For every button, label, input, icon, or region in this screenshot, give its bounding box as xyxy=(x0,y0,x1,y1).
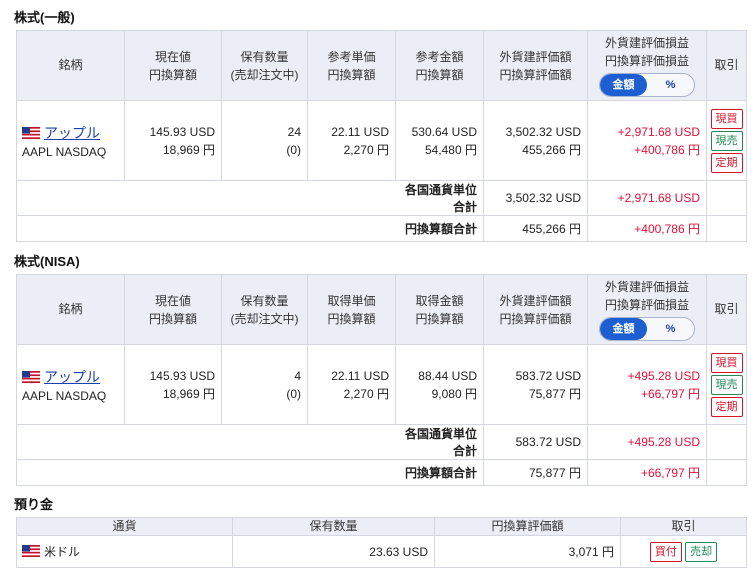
col-qty: 保有数量 xyxy=(232,517,435,536)
col-qty: 保有数量 (売却注文中) xyxy=(221,274,308,345)
section-title-nisa: 株式(NISA) xyxy=(14,254,80,269)
toggle-amount[interactable]: 金額 xyxy=(600,318,647,340)
unit-cell: 22.11 USD 2,270 円 xyxy=(307,344,396,425)
us-flag-icon xyxy=(22,370,40,383)
pl-cell: +495.28 USD +66,797 円 xyxy=(587,344,707,425)
col-jpy: 円換算評価額 xyxy=(434,517,621,536)
table-header-row: 銘柄 現在値 円換算額 保有数量 (売却注文中) 参考単価 円換算額 参考金額 円換算額… xyxy=(16,30,747,101)
sum-valuation: 583.72 USD xyxy=(483,424,588,460)
general-holdings-table: 銘柄 現在値 円換算額 保有数量 (売却注文中) 参考単価 円換算額 参考金額 円換算額… xyxy=(16,30,747,242)
stock-cell: アップル AAPL NASDAQ xyxy=(16,344,125,425)
qty-cell: 4 (0) xyxy=(221,344,308,425)
col-amount: 取得金額 円換算額 xyxy=(395,274,484,345)
table-header-row: 通貨 保有数量 円換算評価額 取引 xyxy=(16,517,747,536)
amount-cell: 88.44 USD 9,080 円 xyxy=(395,344,484,425)
nisa-holdings-table: 銘柄 現在値 円換算額 保有数量 (売却注文中) 取得単価 円換算額 取得金額 円換算額… xyxy=(16,274,747,486)
col-torihiki: 取引 xyxy=(620,517,747,536)
trade-buttons: 現買 現売 定期 xyxy=(706,100,747,181)
us-flag-icon xyxy=(22,545,40,557)
toggle-amount[interactable]: 金額 xyxy=(600,74,647,96)
col-meigara: 銘柄 xyxy=(16,274,125,345)
sum-pl: +495.28 USD xyxy=(587,424,707,460)
col-price: 現在値 円換算額 xyxy=(124,30,222,101)
buy-button[interactable]: 買付 xyxy=(649,541,682,562)
stock-cell: アップル AAPL NASDAQ xyxy=(16,100,125,181)
sum-row-currency: 各国通貨単位合計 3,502.32 USD +2,971.68 USD xyxy=(16,180,747,216)
deposit-table: 通貨 保有数量 円換算評価額 取引 米ドル 23.63 USD 3,071 円 … xyxy=(16,517,747,568)
sum-label: 各国通貨単位合計 xyxy=(395,424,484,460)
section-title-deposit: 預り金 xyxy=(14,497,54,512)
qty-cell: 23.63 USD xyxy=(232,535,435,568)
col-pl: 外貨建評価損益 円換算評価損益 金額 % xyxy=(587,30,707,101)
sum-pl: +400,786 円 xyxy=(587,215,707,242)
col-torihiki: 取引 xyxy=(706,30,747,101)
sum-pl: +66,797 円 xyxy=(587,459,707,486)
qty-cell: 24 (0) xyxy=(221,100,308,181)
sum-row-jpy: 円換算額合計 75,877 円 +66,797 円 xyxy=(16,459,747,486)
col-valuation: 外貨建評価額 円換算評価額 xyxy=(483,274,588,345)
currency-cell: 米ドル xyxy=(16,535,233,568)
sum-valuation: 3,502.32 USD xyxy=(483,180,588,216)
unit-cell: 22.11 USD 2,270 円 xyxy=(307,100,396,181)
spot-sell-button[interactable]: 現売 xyxy=(710,374,743,395)
spot-sell-button[interactable]: 現売 xyxy=(710,130,743,151)
col-amount: 参考金額 円換算額 xyxy=(395,30,484,101)
sum-pl: +2,971.68 USD xyxy=(587,180,707,216)
table-header-row: 銘柄 現在値 円換算額 保有数量 (売却注文中) 取得単価 円換算額 取得金額 円換算額… xyxy=(16,274,747,345)
stock-ticker: AAPL NASDAQ xyxy=(22,144,107,159)
sum-label: 円換算額合計 xyxy=(395,459,484,486)
price-cell: 145.93 USD 18,969 円 xyxy=(124,344,222,425)
col-currency: 通貨 xyxy=(16,517,233,536)
trade-buttons: 買付 売却 xyxy=(620,535,747,568)
regular-buy-button[interactable]: 定期 xyxy=(710,396,743,417)
price-cell: 145.93 USD 18,969 円 xyxy=(124,100,222,181)
sum-valuation: 455,266 円 xyxy=(483,215,588,242)
trade-buttons: 現買 現売 定期 xyxy=(706,344,747,425)
regular-buy-button[interactable]: 定期 xyxy=(710,152,743,173)
table-row: アップル AAPL NASDAQ 145.93 USD 18,969 円 24 (0… xyxy=(16,100,747,181)
toggle-percent[interactable]: % xyxy=(647,318,694,340)
col-qty: 保有数量 (売却注文中) xyxy=(221,30,308,101)
table-row: アップル AAPL NASDAQ 145.93 USD 18,969 円 4 (0)… xyxy=(16,344,747,425)
sum-row-currency: 各国通貨単位合計 583.72 USD +495.28 USD xyxy=(16,424,747,460)
col-valuation: 外貨建評価額 円換算評価額 xyxy=(483,30,588,101)
sell-button[interactable]: 売却 xyxy=(685,541,718,562)
valuation-cell: 3,502.32 USD 455,266 円 xyxy=(483,100,588,181)
pl-cell: +2,971.68 USD +400,786 円 xyxy=(587,100,707,181)
toggle-percent[interactable]: % xyxy=(647,74,694,96)
stock-name-link[interactable]: アップル xyxy=(44,369,100,385)
amount-cell: 530.64 USD 54,480 円 xyxy=(395,100,484,181)
pl-display-toggle[interactable]: 金額 % xyxy=(599,317,695,341)
section-title-general: 株式(一般) xyxy=(14,10,75,25)
col-unit: 参考単価 円換算額 xyxy=(307,30,396,101)
sum-label: 円換算額合計 xyxy=(395,215,484,242)
col-pl: 外貨建評価損益 円換算評価損益 金額 % xyxy=(587,274,707,345)
sum-row-jpy: 円換算額合計 455,266 円 +400,786 円 xyxy=(16,215,747,242)
col-price: 現在値 円換算額 xyxy=(124,274,222,345)
sum-label: 各国通貨単位合計 xyxy=(395,180,484,216)
stock-ticker: AAPL NASDAQ xyxy=(22,388,107,403)
currency-name: 米ドル xyxy=(44,545,81,559)
sum-valuation: 75,877 円 xyxy=(483,459,588,486)
col-meigara: 銘柄 xyxy=(16,30,125,101)
col-torihiki: 取引 xyxy=(706,274,747,345)
spot-buy-button[interactable]: 現買 xyxy=(710,352,743,373)
stock-name-link[interactable]: アップル xyxy=(44,125,100,141)
table-row: 米ドル 23.63 USD 3,071 円 買付 売却 xyxy=(16,535,747,568)
jpy-cell: 3,071 円 xyxy=(434,535,621,568)
us-flag-icon xyxy=(22,126,40,139)
spot-buy-button[interactable]: 現買 xyxy=(710,108,743,129)
col-unit: 取得単価 円換算額 xyxy=(307,274,396,345)
valuation-cell: 583.72 USD 75,877 円 xyxy=(483,344,588,425)
pl-display-toggle[interactable]: 金額 % xyxy=(599,73,695,97)
